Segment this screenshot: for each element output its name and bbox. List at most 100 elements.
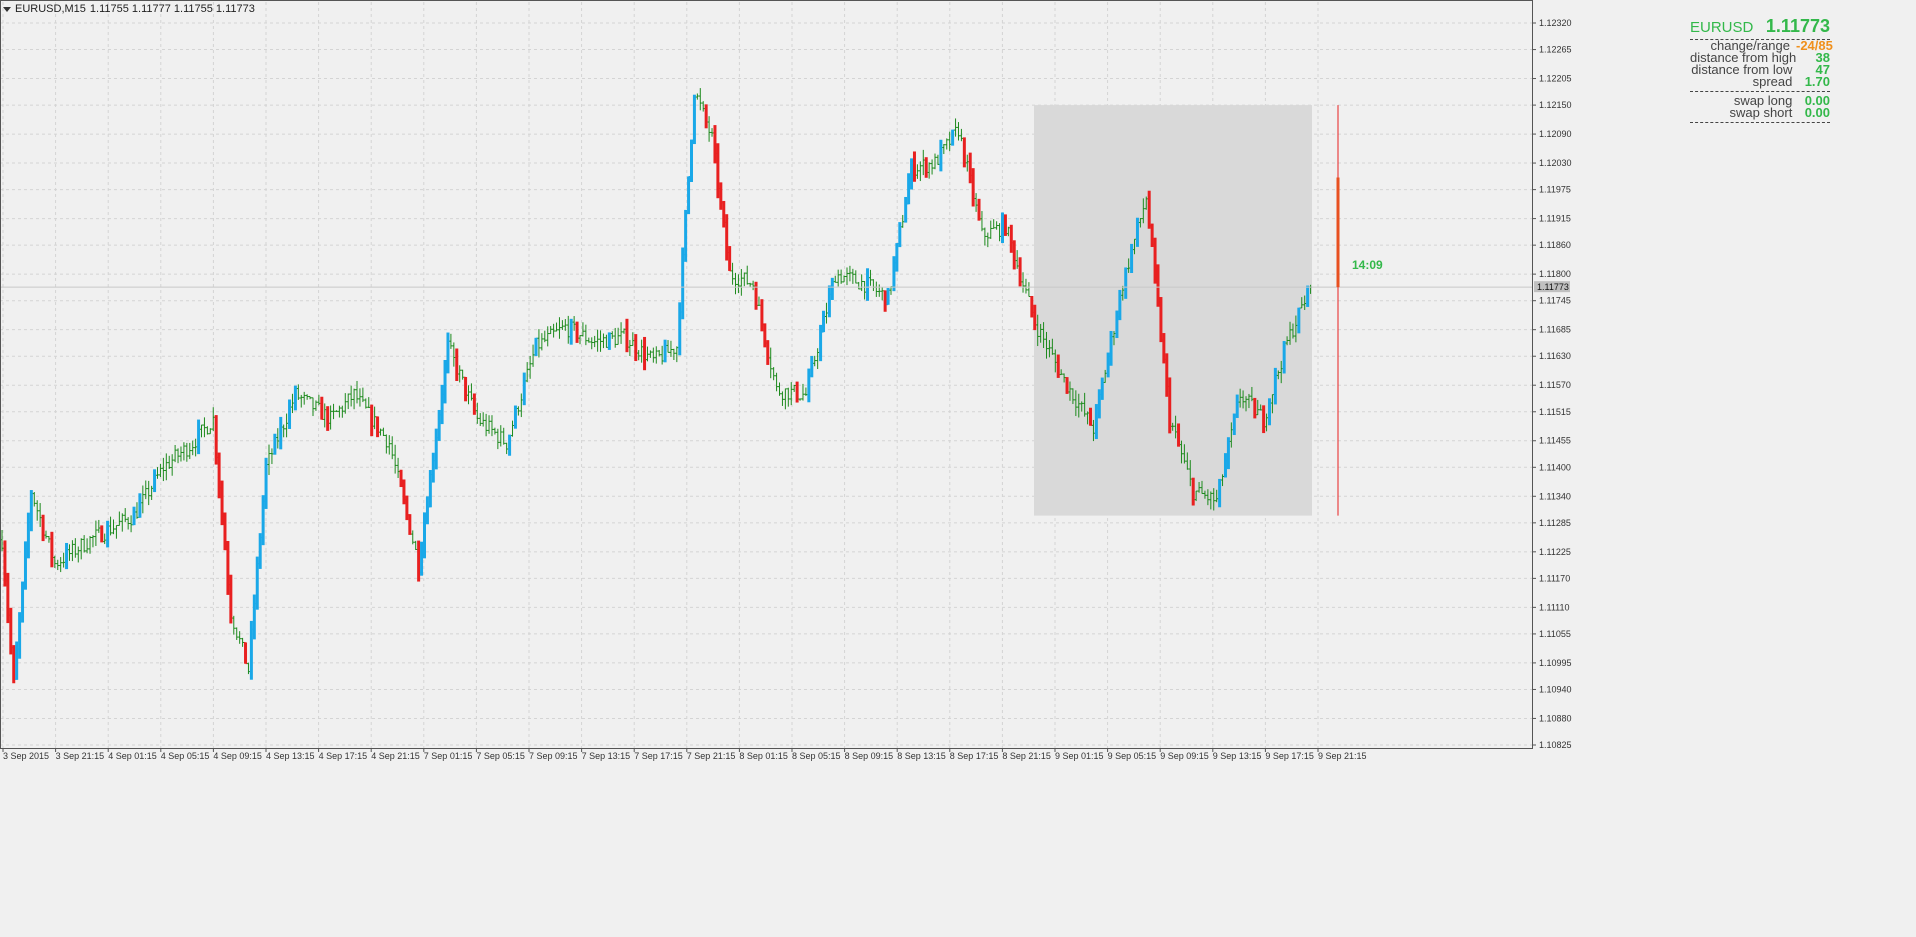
ohlc-bar <box>728 246 732 272</box>
ohlc-bar <box>557 317 561 339</box>
ohlc-bar <box>860 274 864 292</box>
ohlc-bar <box>930 159 934 175</box>
ohlc-bar <box>358 388 362 407</box>
ohlc-bar <box>1159 297 1163 343</box>
ohlc-bar <box>288 399 292 429</box>
ohlc-bar <box>590 337 594 350</box>
ohlc-bar <box>684 209 688 262</box>
time-axis[interactable]: 3 Sep 2015 3 Sep 21:15 4 Sep 01:15 4 Sep 05… <box>2 748 1367 761</box>
ohlc-bar <box>402 479 406 505</box>
ohlc-bar <box>992 219 996 229</box>
divider <box>1690 91 1830 92</box>
ohlc-bar <box>73 538 77 558</box>
y-tick-label: 1.11515 <box>1539 407 1571 417</box>
ohlc-bar <box>863 281 867 300</box>
ohlc-bar <box>264 457 268 509</box>
y-tick-label: 1.11400 <box>1539 462 1571 472</box>
ohlc-bar <box>1033 304 1037 331</box>
ohlc-bar <box>481 412 485 427</box>
ohlc-bar <box>123 508 127 523</box>
y-tick-label: 1.10940 <box>1539 684 1572 694</box>
info-row: spread 1.70 <box>1752 74 1830 89</box>
ohlc-bar <box>537 329 541 358</box>
ohlc-bar <box>801 383 805 401</box>
chart-header[interactable]: EURUSD,M15 1.11755 1.11777 1.11755 1.117… <box>3 3 255 15</box>
ohlc-bar <box>848 265 852 282</box>
ohlc-bar <box>780 391 784 406</box>
ohlc-bar <box>1232 413 1236 436</box>
ohlc-bar <box>924 157 928 178</box>
dropdown-arrow-icon[interactable] <box>3 6 11 12</box>
ohlc-bar <box>813 355 817 367</box>
ohlc-bar <box>601 333 605 349</box>
ohlc-bar <box>921 149 925 176</box>
ohlc-bar <box>666 340 670 353</box>
ohlc-bar <box>880 287 884 301</box>
price-chart[interactable]: 14:09 1.12320 1.12265 1.12205 1.12150 1.1209… <box>0 0 1916 932</box>
ohlc-bar <box>170 454 174 476</box>
ohlc-bar <box>578 335 582 345</box>
ohlc-bar <box>1273 367 1277 405</box>
ohlc-bar <box>807 368 811 403</box>
ohlc-bar <box>161 457 165 482</box>
ohlc-bar <box>390 436 394 460</box>
ohlc-bar <box>132 506 136 526</box>
x-tick-label: 9 Sep 17:15 <box>1265 751 1314 761</box>
ohlc-bar <box>414 540 418 551</box>
ohlc-bar <box>1147 190 1151 229</box>
x-tick-label: 9 Sep 01:15 <box>1055 751 1104 761</box>
current-price-tag: 1.11773 <box>1534 281 1570 293</box>
ohlc-bar <box>255 556 259 610</box>
ohlc-bar <box>525 362 529 383</box>
x-tick-label: 7 Sep 21:15 <box>687 751 736 761</box>
ohlc-bar <box>824 302 828 324</box>
ohlc-bar <box>182 442 186 461</box>
ohlc-bar <box>522 372 526 406</box>
ohlc-bar <box>1012 240 1016 270</box>
ohlc-bar <box>332 403 336 420</box>
ohlc-bar <box>337 405 341 418</box>
ohlc-bar <box>839 269 843 284</box>
ohlc-bar <box>50 531 54 568</box>
x-tick-label: 8 Sep 13:15 <box>897 751 946 761</box>
ohlc-bar <box>689 139 693 182</box>
ohlc-bar <box>290 393 294 414</box>
ohlc-bar <box>70 540 74 562</box>
ohlc-bar <box>739 269 743 296</box>
ohlc-bar <box>1106 352 1110 378</box>
ohlc-bar <box>918 161 922 182</box>
ohlc-bar <box>349 385 353 407</box>
ohlc-bar <box>552 323 556 338</box>
ohlc-bar <box>117 511 121 526</box>
ohlc-bar <box>293 385 297 411</box>
ohlc-bar <box>472 393 476 415</box>
ohlc-bar <box>425 496 429 525</box>
ohlc-bar <box>725 214 729 261</box>
ohlc-bar <box>467 385 471 405</box>
ohlc-bar <box>775 372 779 392</box>
ohlc-bar <box>343 393 347 414</box>
chart-area[interactable]: 14:09 1.12320 1.12265 1.12205 1.12150 1.1209… <box>0 0 1916 932</box>
price-axis[interactable]: 1.12320 1.12265 1.12205 1.12150 1.12090 1.120… <box>1532 18 1572 750</box>
ohlc-bar <box>484 413 488 437</box>
ohlc-bar <box>804 387 808 396</box>
ohlc-bar <box>111 519 115 535</box>
ohlc-bar <box>1165 353 1169 397</box>
ohlc-bar <box>989 220 993 239</box>
ohlc-bar <box>868 269 872 286</box>
ohlc-bar <box>179 446 183 462</box>
x-tick-label: 4 Sep 01:15 <box>108 751 157 761</box>
y-tick-label: 1.10880 <box>1539 713 1572 723</box>
y-tick-label: 1.11975 <box>1539 185 1571 195</box>
ohlc-bar <box>76 546 80 563</box>
ohlc-bar <box>1115 310 1119 339</box>
x-tick-label: 4 Sep 09:15 <box>213 751 262 761</box>
y-tick-label: 1.11110 <box>1539 602 1570 612</box>
ohlc-bar <box>895 242 899 272</box>
x-tick-label: 4 Sep 17:15 <box>319 751 368 761</box>
ohlc-bar <box>563 319 567 331</box>
ohlc-bar <box>1027 282 1031 298</box>
divider <box>1690 122 1830 123</box>
ohlc-bar <box>478 413 482 426</box>
ohlc-bar <box>1021 272 1025 293</box>
